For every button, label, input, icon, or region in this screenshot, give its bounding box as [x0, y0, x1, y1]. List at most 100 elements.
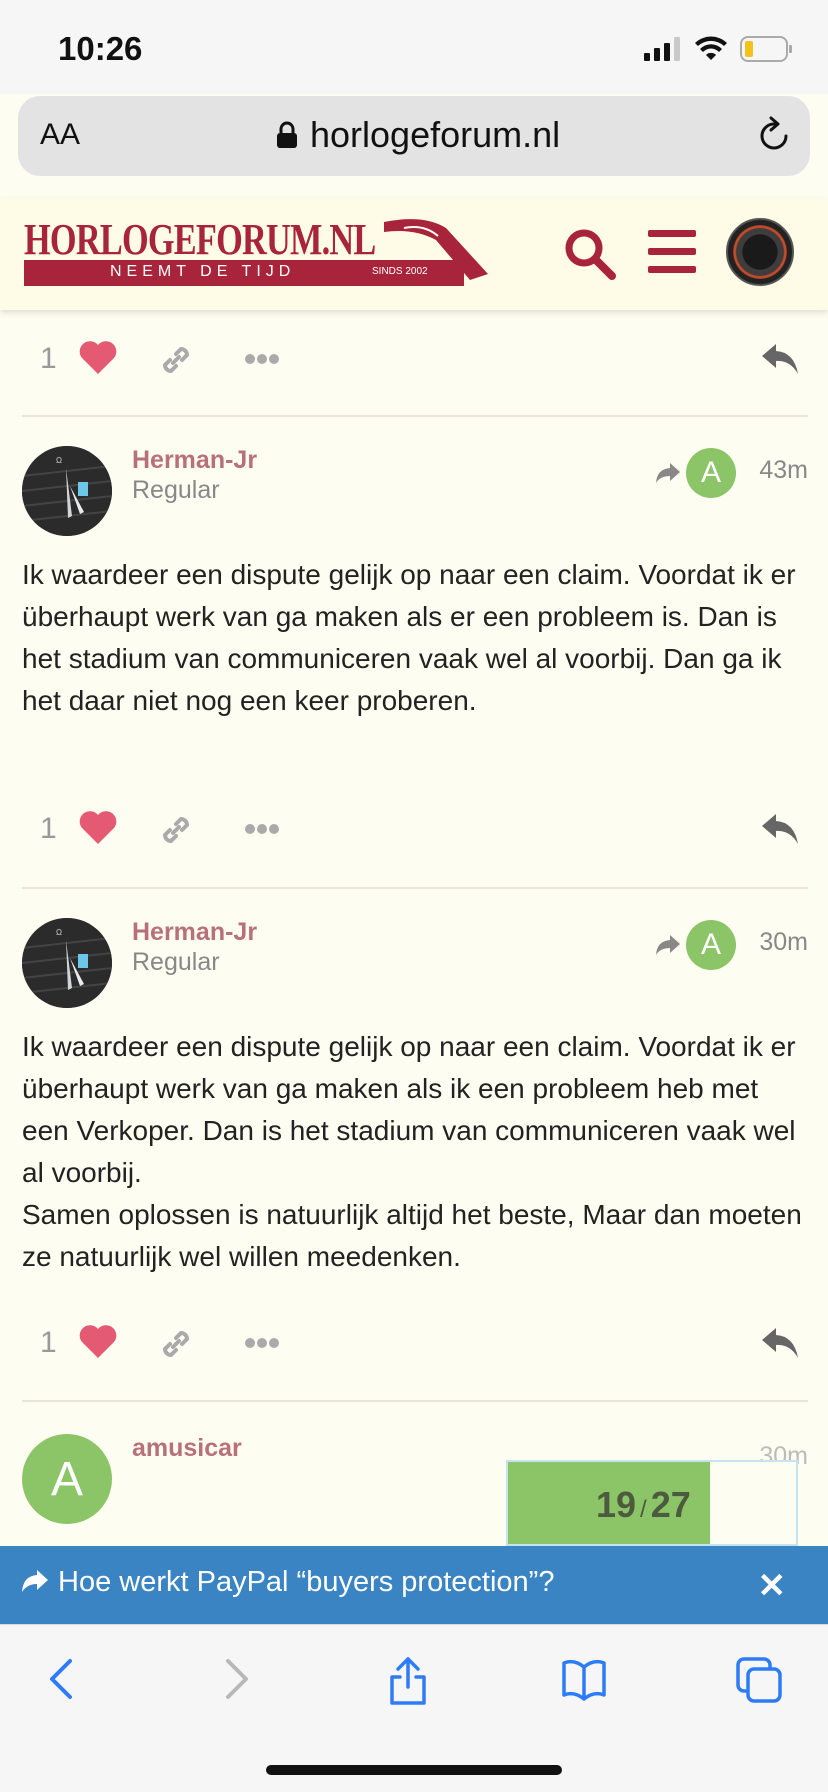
avatar[interactable]: Ω [22, 446, 112, 536]
home-indicator [266, 1765, 562, 1775]
hamburger-icon [648, 230, 696, 273]
status-icons [644, 36, 794, 62]
like-button[interactable] [78, 810, 118, 851]
user-title: Regular [132, 476, 220, 504]
progress-separator: / [640, 1496, 647, 1523]
post-divider [22, 1400, 808, 1402]
book-icon [562, 1659, 606, 1701]
topic-banner[interactable]: Hoe werkt PayPal “buyers protection”? ✕ [0, 1546, 828, 1624]
post-paragraph: Ik waardeer een dispute gelijk op naar e… [22, 559, 796, 716]
back-button[interactable] [44, 1655, 80, 1708]
avatar-brand-mark: Ω [56, 456, 62, 465]
post-time[interactable]: 30m [759, 928, 808, 957]
like-button[interactable] [78, 1324, 118, 1365]
username[interactable]: amusicar [132, 1434, 242, 1463]
url-text: horlogeforum.nl [310, 114, 561, 155]
reply-to-indicator[interactable]: A [654, 920, 736, 970]
browser-toolbar [0, 1624, 828, 1792]
progress-current: 19 [596, 1484, 637, 1525]
user-title: Regular [132, 948, 220, 976]
reload-button[interactable] [756, 116, 792, 161]
heart-icon [79, 341, 117, 374]
more-button[interactable] [244, 352, 280, 370]
watch-dial-image [22, 918, 112, 1008]
reply-to-avatar: A [686, 920, 736, 970]
share-icon [22, 1570, 48, 1592]
wifi-icon [695, 36, 727, 60]
topic-share-button[interactable] [20, 1568, 50, 1599]
reply-button[interactable] [760, 1326, 800, 1365]
site-header: HORLOGEFORUM.NL NEEMT DE TIJD SINDS 2002 [0, 198, 828, 310]
watch-dial-image [22, 446, 112, 536]
like-count: 1 [40, 342, 57, 375]
reply-arrow-icon [656, 463, 680, 483]
reload-icon [760, 116, 788, 150]
share-link-button[interactable] [156, 1324, 196, 1369]
address-bar[interactable]: AA horlogeforum.nl [18, 96, 810, 176]
search-button[interactable] [562, 226, 618, 287]
reply-icon [762, 814, 798, 844]
more-button[interactable] [244, 1336, 280, 1354]
like-count: 1 [40, 1326, 57, 1359]
link-icon [162, 816, 190, 844]
logo-title: HORLOGEFORUM.NL [24, 215, 376, 264]
topic-progress[interactable]: 19/27 [506, 1460, 798, 1546]
share-link-button[interactable] [156, 810, 196, 855]
link-icon [162, 1330, 190, 1358]
site-logo[interactable]: HORLOGEFORUM.NL NEEMT DE TIJD SINDS 2002 [24, 214, 488, 296]
close-icon[interactable]: ✕ [758, 1566, 787, 1606]
reader-options-button[interactable]: AA [40, 118, 80, 152]
reply-button[interactable] [760, 812, 800, 851]
link-icon [162, 346, 190, 374]
username[interactable]: Herman-Jr [132, 918, 257, 947]
search-icon [565, 229, 616, 280]
reply-arrow-icon [656, 935, 680, 955]
post-actions: 1 [22, 1314, 808, 1374]
menu-button[interactable] [648, 230, 696, 279]
topic-title[interactable]: Hoe werkt PayPal “buyers protection”? [58, 1566, 554, 1599]
battery-icon [740, 36, 792, 62]
logo-tagline: NEEMT DE TIJD [110, 263, 296, 280]
logo-hand-icon [384, 219, 488, 280]
share-link-button[interactable] [156, 340, 196, 385]
like-button[interactable] [78, 340, 118, 381]
reader-options-label: AA [40, 118, 81, 151]
more-icon [245, 354, 279, 364]
post-paragraph: Ik waardeer een dispute gelijk op naar e… [22, 1031, 796, 1188]
post-body: Ik waardeer een dispute gelijk op naar e… [22, 1026, 806, 1278]
post-divider [22, 415, 808, 417]
chevron-left-icon [50, 1659, 72, 1699]
avatar[interactable]: A [22, 1434, 112, 1524]
tabs-icon [736, 1657, 782, 1703]
reply-icon [762, 344, 798, 374]
bookmarks-button[interactable] [560, 1655, 608, 1708]
heart-icon [79, 1325, 117, 1358]
more-icon [245, 824, 279, 834]
post-time[interactable]: 43m [759, 456, 808, 485]
post-actions: 1 [22, 800, 808, 860]
status-bar: 10:26 [0, 0, 828, 94]
avatar-brand-mark: Ω [56, 928, 62, 937]
avatar[interactable]: Ω [22, 918, 112, 1008]
reply-icon [762, 1328, 798, 1358]
more-icon [245, 1338, 279, 1348]
lock-icon [277, 121, 297, 148]
reply-to-avatar: A [686, 448, 736, 498]
signal-icon [644, 37, 680, 61]
post-paragraph: Samen oplossen is natuurlijk altijd het … [22, 1199, 802, 1272]
forward-button[interactable] [218, 1655, 254, 1708]
username[interactable]: Herman-Jr [132, 446, 257, 475]
tabs-button[interactable] [734, 1655, 784, 1710]
chevron-right-icon [226, 1659, 248, 1699]
post-actions-previous: 1 [22, 330, 808, 390]
like-count: 1 [40, 812, 57, 845]
heart-icon [79, 811, 117, 844]
current-user-avatar[interactable] [726, 218, 794, 286]
url-display[interactable]: horlogeforum.nl [276, 114, 560, 156]
more-button[interactable] [244, 822, 280, 840]
status-time: 10:26 [58, 30, 143, 67]
share-button[interactable] [386, 1655, 430, 1712]
reply-to-indicator[interactable]: A [654, 448, 736, 498]
reply-button[interactable] [760, 342, 800, 381]
post-body: Ik waardeer een dispute gelijk op naar e… [22, 554, 806, 722]
